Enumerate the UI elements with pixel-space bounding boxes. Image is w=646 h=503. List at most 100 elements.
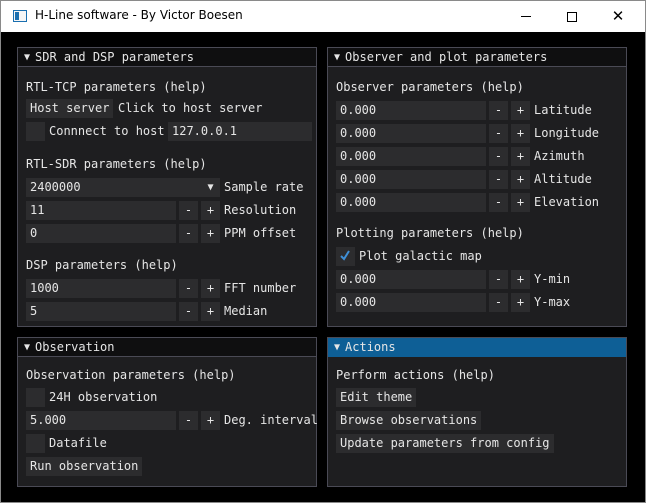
elevation-input[interactable]: 0.000 — [336, 193, 486, 212]
actions-panel-header[interactable]: ▼ Actions — [328, 338, 626, 357]
longitude-input[interactable]: 0.000 — [336, 124, 486, 143]
panel-title: Observation — [35, 340, 115, 354]
host-server-hint: Click to host server — [118, 101, 263, 115]
sdr-dsp-panel: ▼ SDR and DSP parameters RTL-TCP paramet… — [17, 47, 317, 327]
azimuth-decrement-button[interactable]: - — [489, 147, 508, 166]
panel-title: Observer and plot parameters — [345, 50, 548, 64]
ymin-decrement-button[interactable]: - — [489, 270, 508, 289]
close-button[interactable]: ✕ — [595, 1, 641, 32]
deg-increment-button[interactable]: + — [201, 411, 220, 430]
title-bar[interactable]: H-Line software - By Victor Boesen ✕ — [1, 1, 645, 32]
datafile-label: Datafile — [49, 436, 107, 450]
chevron-down-icon[interactable]: ▼ — [201, 178, 220, 197]
sdr-dsp-panel-header[interactable]: ▼ SDR and DSP parameters — [18, 48, 316, 67]
ppm-increment-button[interactable]: + — [201, 224, 220, 243]
panel-title: Actions — [345, 340, 396, 354]
collapse-triangle-icon: ▼ — [334, 341, 341, 353]
resolution-decrement-button[interactable]: - — [179, 201, 198, 220]
edit-theme-button[interactable]: Edit theme — [336, 388, 417, 407]
median-decrement-button[interactable]: - — [179, 302, 198, 321]
collapse-triangle-icon: ▼ — [24, 51, 31, 63]
azimuth-increment-button[interactable]: + — [511, 147, 530, 166]
deg-interval-input[interactable]: 5.000 — [26, 411, 176, 430]
latitude-increment-button[interactable]: + — [511, 101, 530, 120]
plotting-params-heading[interactable]: Plotting parameters (help) — [336, 225, 524, 241]
azimuth-input[interactable]: 0.000 — [336, 147, 486, 166]
altitude-input[interactable]: 0.000 — [336, 170, 486, 189]
host-server-button[interactable]: Host server — [26, 99, 114, 118]
rtlsdr-heading[interactable]: RTL-SDR parameters (help) — [26, 156, 207, 172]
client-area: ▼ SDR and DSP parameters RTL-TCP paramet… — [1, 32, 645, 502]
deg-decrement-button[interactable]: - — [179, 411, 198, 430]
datafile-checkbox[interactable] — [26, 434, 45, 453]
ymax-label: Y-max — [534, 295, 571, 309]
observation-panel: ▼ Observation Observation parameters (he… — [17, 337, 318, 487]
actions-heading[interactable]: Perform actions (help) — [336, 367, 495, 383]
panel-title: SDR and DSP parameters — [35, 50, 194, 64]
observer-plot-panel: ▼ Observer and plot parameters Observer … — [327, 47, 627, 327]
app-window: H-Line software - By Victor Boesen ✕ ▼ S… — [0, 0, 646, 503]
sample-rate-select[interactable]: 2400000 — [26, 178, 220, 197]
deg-interval-label: Deg. interval — [224, 413, 318, 427]
median-increment-button[interactable]: + — [201, 302, 220, 321]
median-label: Median — [224, 304, 268, 318]
elevation-label: Elevation — [534, 195, 600, 209]
h24-observation-checkbox[interactable] — [26, 388, 45, 407]
browse-observations-button[interactable]: Browse observations — [336, 411, 482, 430]
observer-plot-panel-header[interactable]: ▼ Observer and plot parameters — [328, 48, 626, 67]
fft-decrement-button[interactable]: - — [179, 279, 198, 298]
sample-rate-label: Sample rate — [224, 180, 304, 194]
maximize-icon — [567, 11, 577, 22]
ymin-increment-button[interactable]: + — [511, 270, 530, 289]
ymax-decrement-button[interactable]: - — [489, 293, 508, 312]
resolution-label: Resolution — [224, 203, 297, 217]
connect-host-checkbox[interactable] — [26, 122, 45, 141]
close-icon: ✕ — [611, 7, 625, 25]
altitude-increment-button[interactable]: + — [511, 170, 530, 189]
ymin-label: Y-min — [534, 272, 571, 286]
latitude-label: Latitude — [534, 103, 592, 117]
observer-params-heading[interactable]: Observer parameters (help) — [336, 79, 524, 95]
elevation-decrement-button[interactable]: - — [489, 193, 508, 212]
ymax-increment-button[interactable]: + — [511, 293, 530, 312]
maximize-button[interactable] — [549, 1, 595, 32]
ymin-input[interactable]: 0.000 — [336, 270, 486, 289]
connect-host-label: Connnect to host — [49, 124, 165, 138]
altitude-decrement-button[interactable]: - — [489, 170, 508, 189]
ppm-decrement-button[interactable]: - — [179, 224, 198, 243]
actions-panel: ▼ Actions Perform actions (help) Edit th… — [327, 337, 627, 487]
minimize-icon — [521, 16, 531, 17]
observation-panel-header[interactable]: ▼ Observation — [18, 338, 316, 357]
fft-number-label: FFT number — [224, 281, 297, 295]
elevation-increment-button[interactable]: + — [511, 193, 530, 212]
plot-galactic-checkbox[interactable] — [336, 247, 355, 266]
window-title: H-Line software - By Victor Boesen — [35, 8, 243, 22]
fft-number-input[interactable]: 1000 — [26, 279, 176, 298]
longitude-decrement-button[interactable]: - — [489, 124, 508, 143]
longitude-increment-button[interactable]: + — [511, 124, 530, 143]
h24-observation-label: 24H observation — [49, 390, 158, 404]
rtltcp-heading[interactable]: RTL-TCP parameters (help) — [26, 79, 207, 95]
latitude-decrement-button[interactable]: - — [489, 101, 508, 120]
median-input[interactable]: 5 — [26, 302, 176, 321]
ymax-input[interactable]: 0.000 — [336, 293, 486, 312]
azimuth-label: Azimuth — [534, 149, 585, 163]
resolution-increment-button[interactable]: + — [201, 201, 220, 220]
minimize-button[interactable] — [503, 1, 549, 32]
app-icon — [13, 10, 27, 22]
observation-params-heading[interactable]: Observation parameters (help) — [26, 367, 236, 383]
ppm-offset-label: PPM offset — [224, 226, 297, 240]
latitude-input[interactable]: 0.000 — [336, 101, 486, 120]
collapse-triangle-icon: ▼ — [24, 341, 31, 353]
longitude-label: Longitude — [534, 126, 600, 140]
resolution-input[interactable]: 11 — [26, 201, 176, 220]
altitude-label: Altitude — [534, 172, 592, 186]
dsp-heading[interactable]: DSP parameters (help) — [26, 257, 178, 273]
ppm-offset-input[interactable]: 0 — [26, 224, 176, 243]
check-icon — [340, 250, 350, 261]
fft-increment-button[interactable]: + — [201, 279, 220, 298]
run-observation-button[interactable]: Run observation — [26, 457, 143, 476]
update-parameters-button[interactable]: Update parameters from config — [336, 434, 554, 453]
collapse-triangle-icon: ▼ — [334, 51, 341, 63]
host-address-input[interactable]: 127.0.0.1 — [168, 122, 312, 141]
